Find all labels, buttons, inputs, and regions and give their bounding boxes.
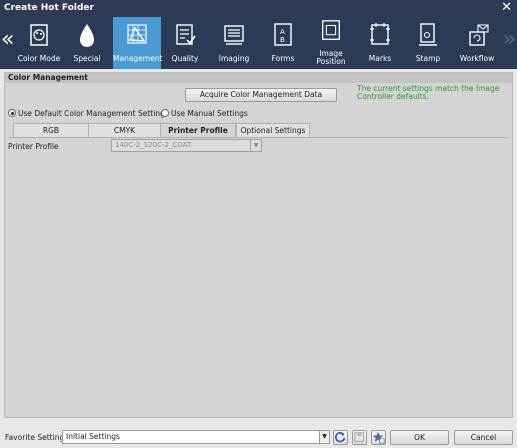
status-message: The current settings match the Image Con… [357, 84, 500, 101]
scroll-left-icon[interactable]: « [1, 29, 14, 51]
tab-label: Quality [171, 54, 199, 63]
quality-icon [176, 24, 196, 45]
tab-quality[interactable]: Quality [161, 17, 209, 69]
subtab-optional-settings[interactable]: Optional Settings [236, 123, 310, 137]
tab-label: Management [113, 54, 163, 63]
tab-workflow[interactable]: Workflow [453, 17, 501, 69]
subtab-divider [9, 137, 509, 138]
radio-label: Use Default Color Management Settings [18, 108, 169, 118]
tab-stamp[interactable]: Stamp [404, 17, 452, 69]
printer-profile-value: 140C-2_120C-2_COAT [115, 141, 192, 149]
category-toolbar: « Color Mode Special Management Quality … [0, 17, 517, 69]
save-icon [354, 432, 364, 442]
acquire-color-management-button[interactable]: Acquire Color Management Data [185, 88, 337, 102]
svg-text:B: B [280, 36, 285, 44]
tab-forms[interactable]: AB Forms [259, 17, 307, 69]
tab-imaging[interactable]: Imaging [210, 17, 258, 69]
management-icon [127, 24, 147, 44]
printer-profile-select[interactable]: 140C-2_120C-2_COAT ▼ [111, 139, 262, 152]
title-bar: Create Hot Folder ✕ [0, 0, 517, 17]
color-mode-icon [30, 24, 48, 46]
radio-label: Use Manual Settings [171, 108, 248, 118]
tab-image-position[interactable]: Image Position [307, 17, 355, 69]
forms-icon: AB [274, 23, 292, 46]
favorite-setting-label: Favorite Setting [5, 433, 65, 442]
subtab-cmyk[interactable]: CMYK [88, 123, 161, 137]
svg-text:A: A [280, 28, 285, 36]
radio-default-settings[interactable]: Use Default Color Management Settings [8, 107, 169, 119]
color-management-panel: Color Management Acquire Color Managemen… [4, 72, 513, 418]
radio-button-selected[interactable] [8, 109, 16, 117]
star-icon [372, 431, 385, 444]
cancel-button[interactable]: Cancel [454, 430, 513, 445]
marks-icon [370, 23, 390, 45]
footer: Favorite Setting Initial Settings ▼ OK C… [0, 428, 517, 448]
tab-label: Stamp [415, 54, 441, 63]
image-position-icon [322, 20, 340, 40]
tab-color-mode[interactable]: Color Mode [15, 17, 63, 69]
ok-button[interactable]: OK [390, 430, 449, 445]
favorite-setting-value: Initial Settings [66, 432, 120, 441]
workflow-icon [469, 24, 489, 46]
panel-header: Color Management [5, 73, 512, 83]
printer-profile-label: Printer Profile [8, 142, 59, 151]
favorite-setting-select[interactable]: Initial Settings ▼ [62, 430, 330, 444]
tab-label: Imaging [218, 54, 250, 63]
imaging-icon [224, 25, 244, 45]
close-icon[interactable]: ✕ [501, 1, 512, 15]
favorite-manage-button[interactable] [371, 430, 386, 445]
radio-manual-settings[interactable]: Use Manual Settings [161, 107, 248, 119]
tab-label: Image Position [316, 49, 346, 66]
chevron-down-icon: ▼ [319, 431, 329, 443]
radio-button[interactable] [161, 109, 169, 117]
tab-label: Workflow [459, 54, 495, 63]
scroll-right-icon[interactable]: » [503, 29, 516, 51]
save-button[interactable] [352, 430, 367, 445]
window-title: Create Hot Folder [4, 3, 94, 13]
refresh-button[interactable] [333, 430, 348, 445]
tab-label: Color Mode [17, 54, 61, 63]
tab-label: Special [73, 54, 101, 63]
stamp-icon [419, 23, 437, 46]
tab-label: Marks [368, 54, 392, 63]
tab-label: Forms [271, 54, 295, 63]
subtab-printer-profile[interactable]: Printer Profile [160, 123, 236, 137]
subtab-rgb[interactable]: RGB [13, 123, 89, 137]
refresh-icon [335, 432, 346, 443]
special-icon [80, 24, 94, 47]
chevron-down-icon: ▼ [250, 140, 261, 151]
tab-management[interactable]: Management [113, 17, 163, 69]
tab-marks[interactable]: Marks [356, 17, 404, 69]
tab-special[interactable]: Special [63, 17, 111, 69]
